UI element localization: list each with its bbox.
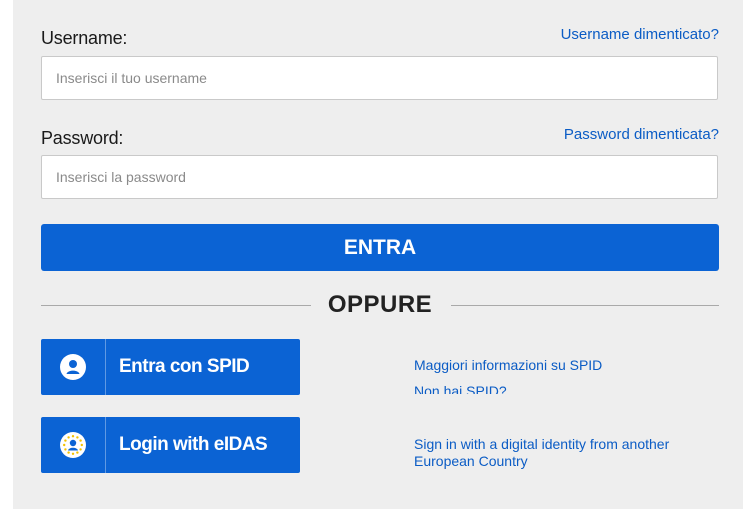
eu-stars-icon bbox=[60, 432, 86, 458]
enter-button[interactable]: ENTRA bbox=[41, 224, 719, 271]
eidas-info-link[interactable]: Sign in with a digital identity from ano… bbox=[414, 436, 714, 470]
username-input[interactable] bbox=[41, 56, 718, 100]
spid-login-button[interactable]: Entra con SPID bbox=[41, 339, 300, 395]
no-spid-link[interactable]: Non hai SPID? bbox=[414, 383, 507, 394]
forgot-password-link[interactable]: Password dimenticata? bbox=[564, 126, 719, 143]
eidas-login-button[interactable]: Login with eIDAS bbox=[41, 417, 300, 473]
eidas-button-label: Login with eIDAS bbox=[119, 434, 268, 455]
spid-button-label: Entra con SPID bbox=[119, 356, 250, 377]
spid-icon-box bbox=[41, 339, 106, 395]
spid-info-link[interactable]: Maggiori informazioni su SPID bbox=[414, 357, 602, 374]
password-label: Password: bbox=[41, 128, 124, 148]
eidas-icon-box bbox=[41, 417, 106, 473]
user-icon bbox=[60, 354, 86, 380]
username-label: Username: bbox=[41, 28, 128, 48]
password-input[interactable] bbox=[41, 155, 718, 199]
forgot-username-link[interactable]: Username dimenticato? bbox=[561, 26, 719, 43]
no-spid-link-clip: Non hai SPID? bbox=[414, 381, 614, 394]
divider-line-left bbox=[41, 305, 311, 306]
divider-line-right bbox=[451, 305, 719, 306]
or-divider-text: OPPURE bbox=[327, 291, 433, 318]
